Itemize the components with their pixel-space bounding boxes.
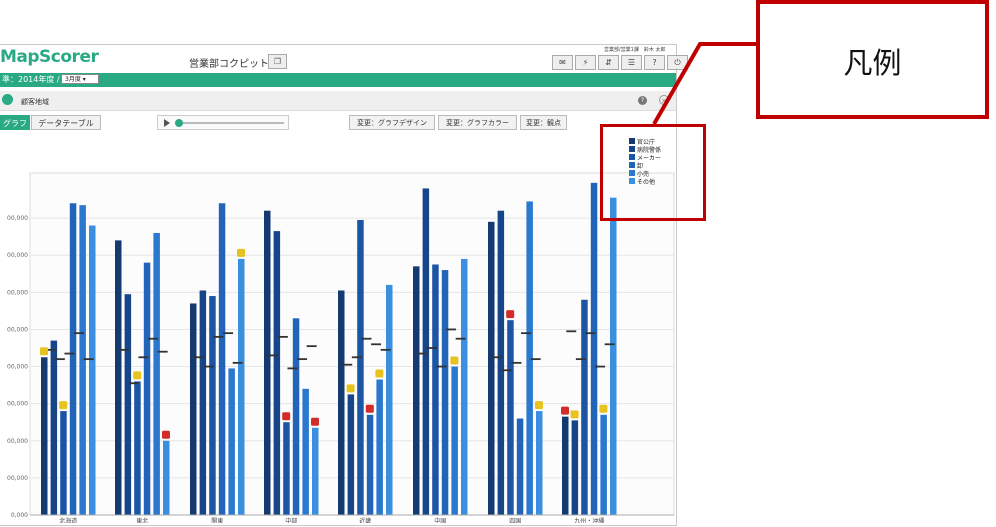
callout-box: 凡例 [756, 0, 989, 119]
callout-text: 凡例 [843, 46, 902, 80]
callout-line [652, 42, 756, 125]
